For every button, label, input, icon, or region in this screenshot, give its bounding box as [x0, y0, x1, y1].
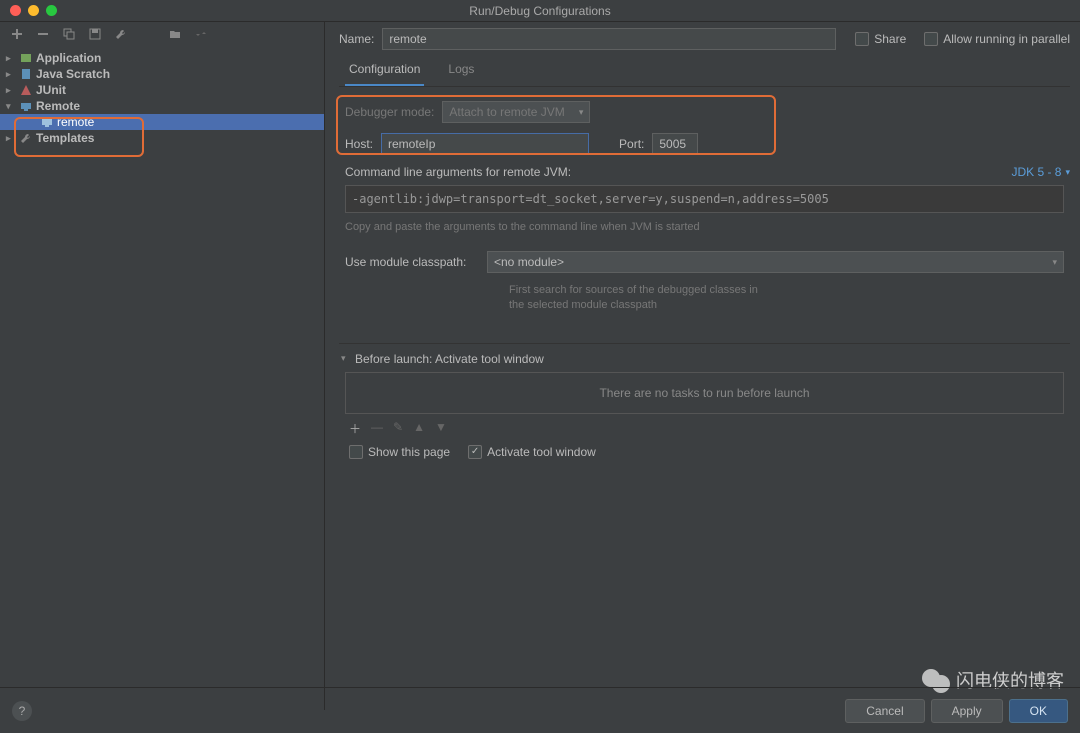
cmd-args-label: Command line arguments for remote JVM:: [345, 165, 571, 179]
module-classpath-hint: First search for sources of the debugged…: [339, 279, 759, 313]
tree-item-junit[interactable]: ▸ JUnit: [0, 82, 324, 98]
edit-icon: ✎: [393, 420, 403, 437]
sidebar: ▸ Application ▸ Java Scratch ▸ JUnit ▾ R…: [0, 22, 325, 710]
tab-configuration[interactable]: Configuration: [345, 58, 424, 86]
minimize-icon[interactable]: [28, 5, 39, 16]
tree-label: Templates: [36, 131, 94, 145]
activate-tool-window-checkbox[interactable]: Activate tool window: [468, 445, 596, 459]
checkbox-icon: [924, 32, 938, 46]
tree-label: remote: [57, 115, 94, 129]
down-icon: ▼: [435, 420, 447, 437]
application-icon: [19, 51, 33, 65]
allow-label: Allow running in parallel: [943, 32, 1070, 46]
port-label: Port:: [619, 137, 644, 151]
module-classpath-select[interactable]: <no module>: [487, 251, 1064, 273]
sidebar-toolbar: [0, 22, 324, 46]
add-icon[interactable]: ＋: [349, 420, 361, 437]
tree-label: Remote: [36, 99, 80, 113]
debugger-mode-select[interactable]: Attach to remote JVM: [442, 101, 590, 123]
remove-icon[interactable]: [36, 27, 50, 41]
checkbox-icon: [468, 445, 482, 459]
titlebar: Run/Debug Configurations: [0, 0, 1080, 22]
remote-icon: [40, 115, 54, 129]
ok-button[interactable]: OK: [1009, 699, 1068, 723]
remove-icon: —: [371, 420, 383, 437]
scratch-icon: [19, 67, 33, 81]
wrench-icon: [19, 131, 33, 145]
allow-parallel-checkbox[interactable]: Allow running in parallel: [924, 32, 1070, 46]
jdk-label-text: JDK 5 - 8: [1011, 165, 1061, 179]
footer: ? Cancel Apply OK: [0, 687, 1080, 733]
config-tree: ▸ Application ▸ Java Scratch ▸ JUnit ▾ R…: [0, 46, 324, 150]
save-icon[interactable]: [88, 27, 102, 41]
activate-tool-window-label: Activate tool window: [487, 445, 596, 459]
add-icon[interactable]: [10, 27, 24, 41]
share-checkbox[interactable]: Share: [855, 32, 906, 46]
help-button[interactable]: ?: [12, 701, 32, 721]
chevron-down-icon[interactable]: ▾: [341, 353, 351, 364]
module-classpath-label: Use module classpath:: [345, 255, 475, 269]
debugger-mode-label: Debugger mode:: [345, 105, 434, 119]
remote-icon: [19, 99, 33, 113]
show-this-page-label: Show this page: [368, 445, 450, 459]
junit-icon: [19, 83, 33, 97]
jdk-version-link[interactable]: JDK 5 - 8 ▾: [1011, 165, 1070, 179]
tab-bar: Configuration Logs: [339, 58, 1070, 87]
sort-icon[interactable]: [194, 27, 208, 41]
share-label: Share: [874, 32, 906, 46]
show-this-page-checkbox[interactable]: Show this page: [349, 445, 450, 459]
name-label: Name:: [339, 32, 374, 46]
copy-icon[interactable]: [62, 27, 76, 41]
folder-icon[interactable]: [168, 27, 182, 41]
chevron-down-icon: ▾: [1065, 167, 1070, 178]
chevron-right-icon: ▸: [6, 53, 16, 64]
name-input[interactable]: [382, 28, 836, 50]
tree-label: Application: [36, 51, 101, 65]
before-launch-toolbar: ＋ — ✎ ▲ ▼: [339, 414, 1070, 443]
empty-tasks-text: There are no tasks to run before launch: [599, 386, 809, 400]
tab-logs[interactable]: Logs: [444, 58, 478, 86]
tree-label: Java Scratch: [36, 67, 110, 81]
host-label: Host:: [345, 137, 373, 151]
checkbox-icon: [349, 445, 363, 459]
port-input[interactable]: [652, 133, 698, 155]
before-launch-title: Before launch: Activate tool window: [355, 352, 544, 366]
select-value: Attach to remote JVM: [449, 105, 564, 119]
tree-item-remote[interactable]: ▾ Remote: [0, 98, 324, 114]
before-launch-section: ▾ Before launch: Activate tool window Th…: [339, 343, 1070, 469]
window-title: Run/Debug Configurations: [469, 4, 610, 18]
main-panel: Name: Share Allow running in parallel Co…: [325, 22, 1080, 710]
chevron-right-icon: ▸: [6, 69, 16, 80]
maximize-icon[interactable]: [46, 5, 57, 16]
cmd-args-field[interactable]: -agentlib:jdwp=transport=dt_socket,serve…: [345, 185, 1064, 213]
window-controls: [10, 5, 57, 16]
tree-item-java-scratch[interactable]: ▸ Java Scratch: [0, 66, 324, 82]
up-icon: ▲: [413, 420, 425, 437]
wrench-icon[interactable]: [114, 27, 128, 41]
tree-item-remote-config[interactable]: remote: [0, 114, 324, 130]
checkbox-icon: [855, 32, 869, 46]
before-launch-tasks: There are no tasks to run before launch: [345, 372, 1064, 414]
tree-item-templates[interactable]: ▸ Templates: [0, 130, 324, 146]
close-icon[interactable]: [10, 5, 21, 16]
cancel-button[interactable]: Cancel: [845, 699, 924, 723]
select-value: <no module>: [494, 255, 564, 269]
cmd-args-hint: Copy and paste the arguments to the comm…: [339, 217, 1070, 245]
chevron-right-icon: ▸: [6, 85, 16, 96]
host-input[interactable]: [381, 133, 589, 155]
tree-label: JUnit: [36, 83, 66, 97]
chevron-down-icon: ▾: [6, 101, 16, 112]
apply-button[interactable]: Apply: [931, 699, 1003, 723]
tree-item-application[interactable]: ▸ Application: [0, 50, 324, 66]
chevron-right-icon: ▸: [6, 133, 16, 144]
